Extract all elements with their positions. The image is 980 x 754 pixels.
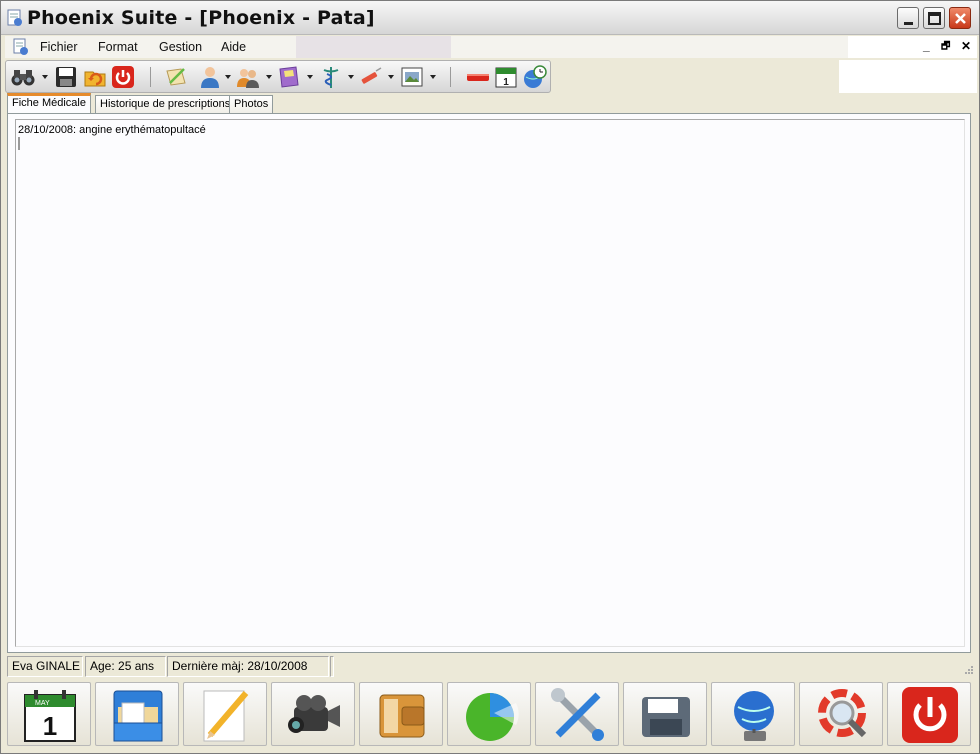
pie-chart-icon — [466, 693, 519, 741]
tab-photos[interactable]: Photos — [229, 95, 274, 113]
minus-red-icon[interactable] — [466, 65, 490, 89]
image-icon[interactable] — [400, 65, 424, 89]
tab-fiche-medicale[interactable]: Fiche Médicale — [7, 93, 91, 114]
book-dropdown-arrow[interactable] — [307, 75, 313, 79]
users-dropdown-arrow[interactable] — [266, 75, 272, 79]
launch-pie-chart-button[interactable] — [447, 682, 531, 746]
status-empty-cell — [330, 656, 334, 677]
patient-dropdown-arrow[interactable] — [225, 75, 231, 79]
status-last-update: Dernière màj: 28/10/2008 — [167, 656, 329, 677]
video-camera-icon — [288, 695, 340, 733]
launch-calendar-button[interactable]: MAY 1 — [7, 682, 91, 746]
minimize-icon — [904, 22, 913, 25]
power-off-icon — [902, 687, 958, 743]
maximize-button[interactable] — [923, 7, 945, 29]
launch-help-search-button[interactable] — [799, 682, 883, 746]
syringe-icon[interactable] — [358, 65, 382, 89]
minimize-button[interactable] — [897, 7, 919, 29]
tab-historique-prescriptions[interactable]: Historique de prescriptions — [95, 95, 236, 113]
toolbar-right-area — [839, 60, 977, 93]
calendar-month-label: MAY — [35, 700, 50, 707]
menu-format[interactable]: Format — [98, 40, 138, 54]
syringe-dropdown-arrow[interactable] — [388, 75, 394, 79]
users-icon[interactable] — [236, 65, 260, 89]
medical-notes-editor[interactable]: 28/10/2008: angine erythématopultacé — [15, 119, 965, 647]
title-bar[interactable]: Phoenix Suite - [Phoenix - Pata] — [1, 1, 979, 35]
floppy-disk-icon — [642, 697, 690, 737]
tools-icon — [551, 688, 604, 741]
launcher-bar: MAY 1 — [5, 682, 977, 748]
book-icon[interactable] — [277, 65, 301, 89]
status-bar: Eva GINALE Age: 25 ans Dernière màj: 28/… — [5, 656, 977, 677]
launch-tools-button[interactable] — [535, 682, 619, 746]
maximize-icon — [928, 12, 941, 25]
document-icon[interactable] — [12, 38, 30, 56]
pen-paper-icon[interactable] — [164, 65, 188, 89]
mdi-restore-button[interactable]: 🗗 — [941, 39, 950, 56]
app-window: Phoenix Suite - [Phoenix - Pata] Fichier… — [0, 0, 980, 754]
menu-fichier[interactable]: Fichier — [40, 40, 78, 54]
menu-aide[interactable]: Aide — [221, 40, 246, 54]
calendar-day-label: 1 — [43, 711, 57, 741]
launch-power-off-button[interactable] — [887, 682, 971, 746]
menu-bar-strip — [296, 36, 451, 58]
svg-text:1: 1 — [503, 77, 509, 88]
wallet-icon — [379, 694, 425, 738]
patient-icon[interactable] — [198, 65, 222, 89]
calendar-icon[interactable]: 1 — [494, 65, 518, 89]
floppy-save-icon[interactable] — [54, 65, 78, 89]
binoculars-icon[interactable] — [11, 65, 35, 89]
main-toolbar: 1 — [5, 60, 551, 93]
menu-gestion[interactable]: Gestion — [159, 40, 202, 54]
toolbar-separator — [150, 67, 151, 87]
launch-floppy-button[interactable] — [623, 682, 707, 746]
mdi-minimize-button[interactable]: _ — [923, 39, 930, 53]
image-dropdown-arrow[interactable] — [430, 75, 436, 79]
refresh-folder-icon[interactable] — [83, 65, 107, 89]
binoculars-dropdown-arrow[interactable] — [42, 75, 48, 79]
lifebuoy-search-icon — [818, 689, 867, 738]
file-drawer-icon — [113, 690, 163, 742]
launch-wallet-button[interactable] — [359, 682, 443, 746]
toolbar-separator — [450, 67, 451, 87]
close-button[interactable] — [949, 7, 971, 29]
window-title: Phoenix Suite - [Phoenix - Pata] — [27, 7, 375, 29]
text-caret — [18, 137, 20, 150]
launch-file-drawer-button[interactable] — [95, 682, 179, 746]
resize-grip-icon[interactable] — [963, 664, 973, 674]
status-patient-name: Eva GINALE — [7, 656, 83, 677]
note-line: 28/10/2008: angine erythématopultacé — [18, 124, 206, 136]
close-icon — [955, 13, 966, 24]
notepad-pencil-icon — [203, 690, 249, 742]
tab-panel: 28/10/2008: angine erythématopultacé — [7, 113, 971, 653]
globe-clock-icon[interactable] — [523, 65, 547, 89]
status-age: Age: 25 ans — [85, 656, 166, 677]
caduceus-dropdown-arrow[interactable] — [348, 75, 354, 79]
globe-network-icon — [734, 691, 774, 741]
app-icon — [7, 9, 22, 26]
menu-bar-right-area — [848, 36, 977, 58]
calendar-launch-icon: MAY 1 — [24, 690, 76, 742]
launch-video-camera-button[interactable] — [271, 682, 355, 746]
menu-bar: Fichier Format Gestion Aide _ 🗗 ✕ — [5, 36, 977, 58]
launch-notepad-button[interactable] — [183, 682, 267, 746]
launch-globe-button[interactable] — [711, 682, 795, 746]
power-icon[interactable] — [111, 65, 135, 89]
mdi-close-button[interactable]: ✕ — [961, 39, 971, 53]
caduceus-icon[interactable] — [319, 65, 343, 89]
